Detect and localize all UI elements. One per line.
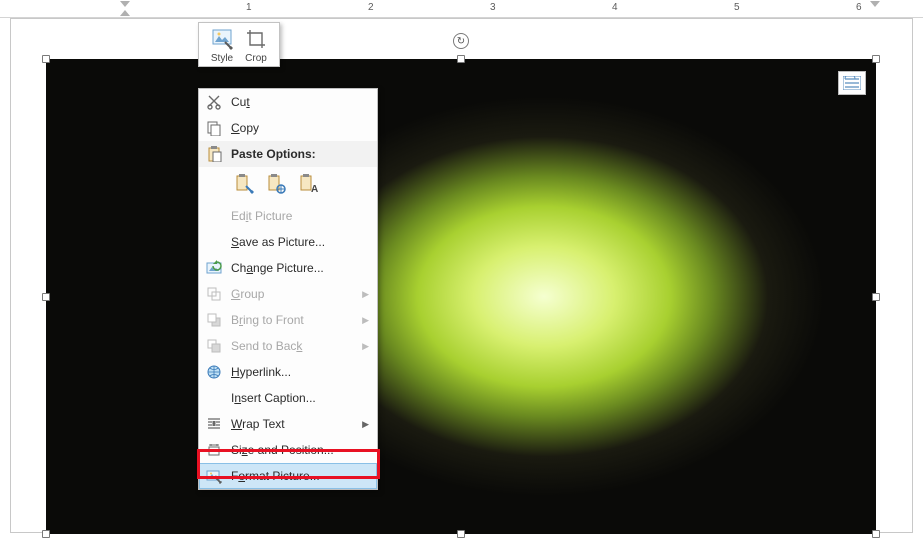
menu-item-group: Group ▶ xyxy=(199,281,377,307)
menu-label: Bring to Front xyxy=(231,313,362,327)
menu-item-hyperlink[interactable]: Hyperlink... xyxy=(199,359,377,385)
menu-label: Copy xyxy=(231,121,369,135)
image-content xyxy=(46,59,876,534)
hyperlink-icon xyxy=(203,362,225,382)
paste-icon xyxy=(203,144,225,164)
resize-handle-top-center[interactable] xyxy=(457,55,465,63)
layout-options-button[interactable] xyxy=(838,71,866,95)
menu-label: Change Picture... xyxy=(231,261,369,275)
blank-icon xyxy=(203,206,225,226)
menu-item-save-as-picture[interactable]: Save as Picture... xyxy=(199,229,377,255)
format-picture-icon xyxy=(203,466,225,486)
menu-label: Format Picture... xyxy=(231,469,369,483)
group-icon xyxy=(203,284,225,304)
style-label: Style xyxy=(211,53,233,64)
document-page: ↻ xyxy=(10,18,913,533)
menu-item-format-picture[interactable]: Format Picture... xyxy=(199,463,377,489)
ruler-number: 2 xyxy=(368,2,374,13)
context-menu: Cut Copy Paste Options: A Edit Picture S… xyxy=(198,88,378,490)
resize-handle-top-right[interactable] xyxy=(872,55,880,63)
paste-option-merge[interactable] xyxy=(263,171,289,197)
menu-item-size-and-position[interactable]: Size and Position... xyxy=(199,437,377,463)
ruler-number: 1 xyxy=(246,2,252,13)
bring-to-front-icon xyxy=(203,310,225,330)
paste-option-picture[interactable]: A xyxy=(295,171,321,197)
menu-label: Group xyxy=(231,287,362,301)
crop-icon xyxy=(244,27,268,51)
menu-item-cut[interactable]: Cut xyxy=(199,89,377,115)
send-to-back-icon xyxy=(203,336,225,356)
menu-label: Save as Picture... xyxy=(231,235,369,249)
menu-item-copy[interactable]: Copy xyxy=(199,115,377,141)
mini-toolbar: Style Crop xyxy=(198,22,280,67)
horizontal-ruler: 1 2 3 4 5 6 xyxy=(0,0,923,18)
submenu-arrow-icon: ▶ xyxy=(362,341,369,352)
ruler-number: 4 xyxy=(612,2,618,13)
style-button[interactable]: Style xyxy=(205,27,239,64)
menu-label: Edit Picture xyxy=(231,209,369,223)
menu-item-change-picture[interactable]: Change Picture... xyxy=(199,255,377,281)
size-position-icon xyxy=(203,440,225,460)
resize-handle-top-left[interactable] xyxy=(42,55,50,63)
menu-item-bring-to-front: Bring to Front ▶ xyxy=(199,307,377,333)
menu-paste-options-header: Paste Options: xyxy=(199,141,377,167)
resize-handle-bottom-left[interactable] xyxy=(42,530,50,538)
selected-image[interactable]: ↻ xyxy=(46,59,876,534)
submenu-arrow-icon: ▶ xyxy=(362,315,369,326)
menu-item-insert-caption[interactable]: Insert Caption... xyxy=(199,385,377,411)
cut-icon xyxy=(203,92,225,112)
resize-handle-middle-left[interactable] xyxy=(42,293,50,301)
submenu-arrow-icon: ▶ xyxy=(362,289,369,300)
menu-label: Size and Position... xyxy=(231,443,369,457)
crop-button[interactable]: Crop xyxy=(239,27,273,64)
wrap-text-icon xyxy=(203,414,225,434)
menu-item-edit-picture: Edit Picture xyxy=(199,203,377,229)
submenu-arrow-icon: ▶ xyxy=(362,419,369,430)
resize-handle-middle-right[interactable] xyxy=(872,293,880,301)
rotate-handle[interactable]: ↻ xyxy=(453,33,469,49)
menu-label: Hyperlink... xyxy=(231,365,369,379)
blank-icon xyxy=(203,232,225,252)
ruler-number: 3 xyxy=(490,2,496,13)
resize-handle-bottom-right[interactable] xyxy=(872,530,880,538)
change-picture-icon xyxy=(203,258,225,278)
menu-label: Paste Options: xyxy=(231,147,369,161)
resize-handle-bottom-center[interactable] xyxy=(457,530,465,538)
menu-item-send-to-back: Send to Back ▶ xyxy=(199,333,377,359)
menu-label: Insert Caption... xyxy=(231,391,369,405)
svg-text:A: A xyxy=(311,184,318,194)
ruler-number: 6 xyxy=(856,2,862,13)
style-icon xyxy=(210,27,234,51)
ruler-number: 5 xyxy=(734,2,740,13)
menu-item-wrap-text[interactable]: Wrap Text ▶ xyxy=(199,411,377,437)
paste-option-keep-source[interactable] xyxy=(231,171,257,197)
menu-label: Send to Back xyxy=(231,339,362,353)
copy-icon xyxy=(203,118,225,138)
menu-label: Wrap Text xyxy=(231,417,362,431)
blank-icon xyxy=(203,388,225,408)
crop-label: Crop xyxy=(245,53,267,64)
paste-options-row: A xyxy=(199,167,377,203)
menu-label: Cut xyxy=(231,95,369,109)
